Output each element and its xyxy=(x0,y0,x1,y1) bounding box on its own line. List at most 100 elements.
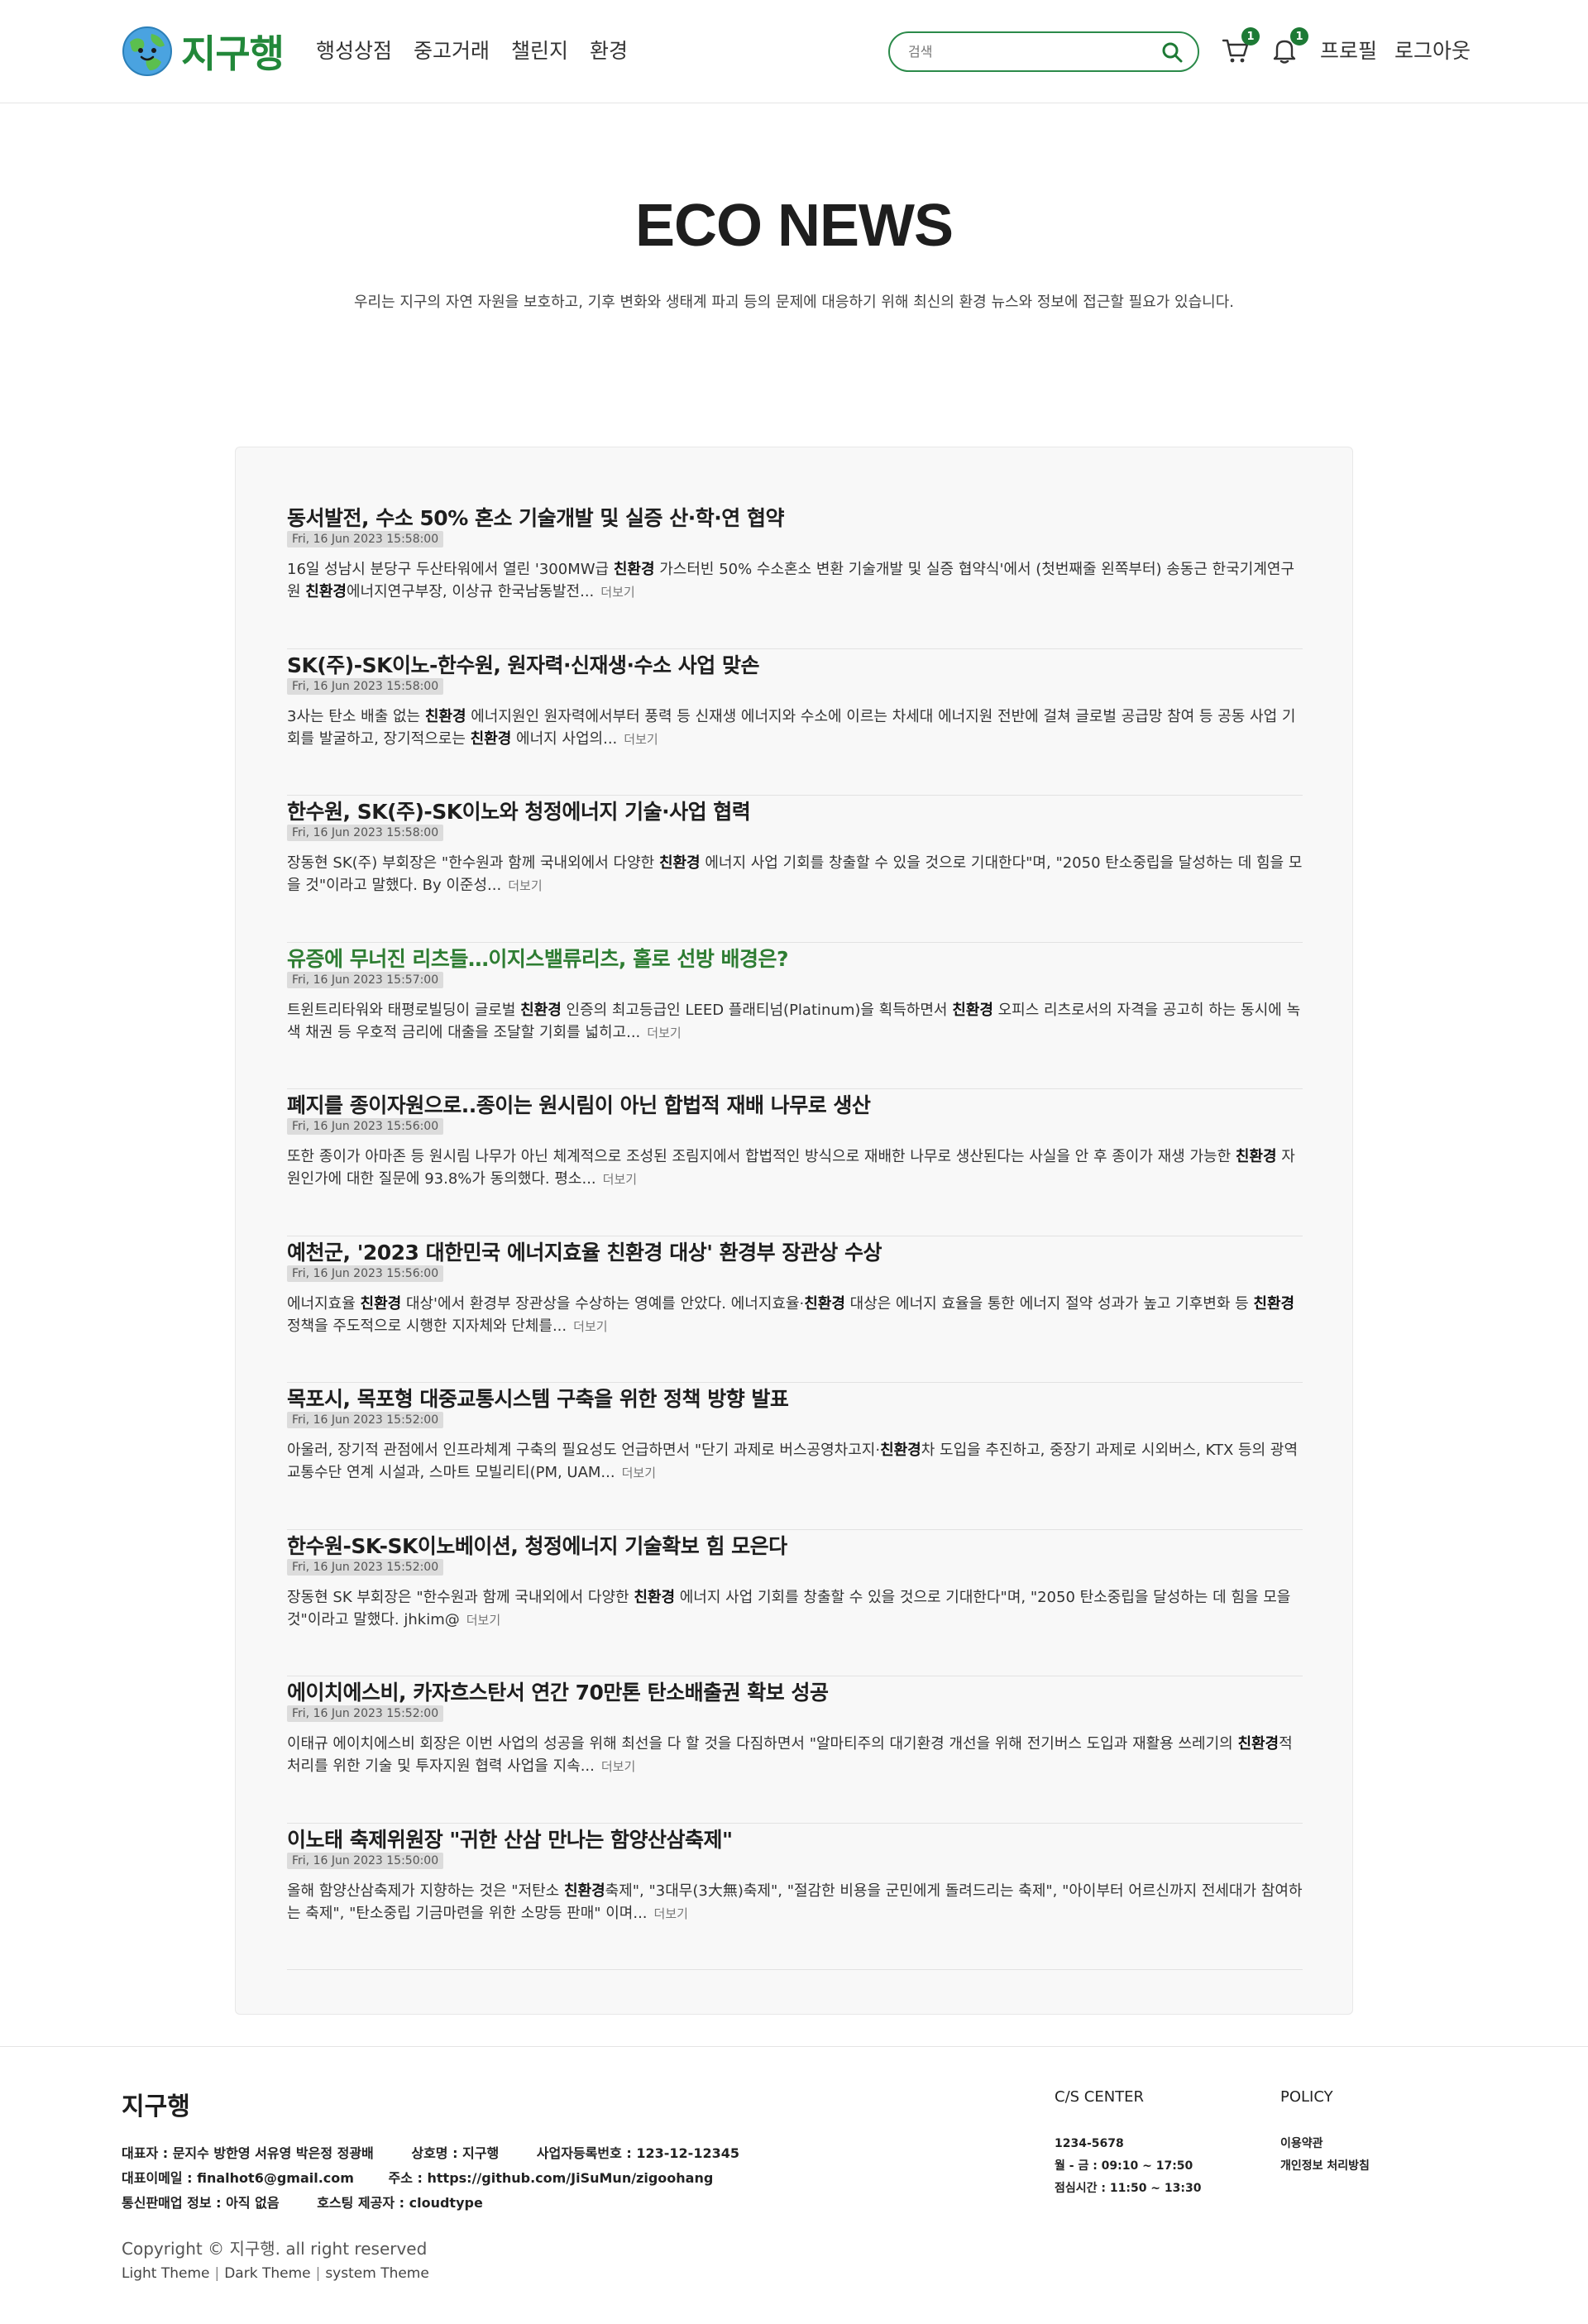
news-item: 한수원, SK(주)-SK이노와 청정에너지 기술·사업 협력 Fri, 16 J… xyxy=(287,796,1303,943)
cs-phone: 1234-5678 xyxy=(1055,2137,1124,2150)
highlight-keyword: 친환경 xyxy=(305,583,347,600)
news-summary: 장동현 SK(주) 부회장은 "한수원과 함께 국내외에서 다양한 친환경 에너… xyxy=(287,852,1303,897)
read-more-link[interactable]: 더보기 xyxy=(601,1759,635,1774)
news-date-badge: Fri, 16 Jun 2023 15:56:00 xyxy=(287,1118,444,1135)
nav-item-secondhand[interactable]: 중고거래 xyxy=(414,35,490,65)
news-title-link[interactable]: 유증에 무너진 리츠들…이지스밸류리츠, 홀로 선방 배경은? xyxy=(287,943,789,973)
highlight-keyword: 친환경 xyxy=(952,1001,993,1019)
notification-badge: 1 xyxy=(1290,27,1308,45)
news-title-link[interactable]: 목포시, 목포형 대중교통시스템 구축을 위한 정책 방향 발표 xyxy=(287,1383,789,1413)
news-date-badge: Fri, 16 Jun 2023 15:58:00 xyxy=(287,677,444,695)
summary-text: 이태규 에이치에스비 회장은 이번 사업의 성공을 위해 최선을 다 할 것을 … xyxy=(287,1735,1238,1753)
terms-link[interactable]: 이용약관 xyxy=(1280,2133,1370,2155)
cart-badge: 1 xyxy=(1241,27,1260,45)
summary-text: 16일 성남시 분당구 두산타워에서 열린 '300MW급 xyxy=(287,561,614,578)
read-more-link[interactable]: 더보기 xyxy=(647,1026,681,1040)
privacy-policy-link[interactable]: 개인정보 처리방침 xyxy=(1280,2155,1370,2178)
news-title-link[interactable]: 예천군, '2023 대한민국 에너지효율 친환경 대상' 환경부 장관상 수상 xyxy=(287,1236,882,1266)
news-date-badge: Fri, 16 Jun 2023 15:56:00 xyxy=(287,1265,444,1282)
footer-company-info: 대표자 : 문지수 방한영 서유영 박은정 정광배 상호명 : 지구행 사업자등… xyxy=(122,2141,769,2216)
logo[interactable]: 지구행 xyxy=(122,24,285,79)
footer-email: 대표이메일 : finalhot6@gmail.com xyxy=(122,2170,354,2186)
read-more-link[interactable]: 더보기 xyxy=(508,878,542,893)
cart-button[interactable]: 1 xyxy=(1222,27,1260,65)
news-item: 이노태 축제위원장 "귀한 산삼 만나는 함양산삼축제" Fri, 16 Jun … xyxy=(287,1824,1303,1970)
footer-copyright: Copyright © 지구행. all right reserved xyxy=(122,2239,428,2259)
read-more-link[interactable]: 더보기 xyxy=(573,1319,607,1334)
highlight-keyword: 친환경 xyxy=(563,1882,605,1900)
news-item: 동서발전, 수소 50% 혼소 기술개발 및 실증 산·학·연 협약 Fri, 1… xyxy=(287,502,1303,649)
highlight-keyword: 친환경 xyxy=(360,1294,402,1313)
news-summary: 아울러, 장기적 관점에서 인프라체계 구축의 필요성도 언급하면서 "단기 과… xyxy=(287,1439,1303,1484)
highlight-keyword: 친환경 xyxy=(880,1442,921,1459)
page-title: ECO NEWS xyxy=(634,193,954,259)
news-title-link[interactable]: 한수원, SK(주)-SK이노와 청정에너지 기술·사업 협력 xyxy=(287,796,751,825)
news-title-link[interactable]: 이노태 축제위원장 "귀한 산삼 만나는 함양산삼축제" xyxy=(287,1824,733,1853)
summary-text: 또한 종이가 아마존 등 원시림 나무가 아닌 체계적으로 조성된 조림지에서 … xyxy=(287,1148,1236,1165)
footer-ceo: 대표자 : 문지수 방한영 서유영 박은정 정광배 xyxy=(122,2145,374,2161)
notification-button[interactable]: 1 xyxy=(1270,27,1308,65)
footer-address: 주소 : https://github.com/JiSuMun/zigoohan… xyxy=(388,2170,714,2186)
theme-switcher: Light Theme | Dark Theme | system Theme xyxy=(122,2265,429,2282)
news-list: 동서발전, 수소 50% 혼소 기술개발 및 실증 산·학·연 협약 Fri, 1… xyxy=(287,502,1303,1970)
nav-item-environment[interactable]: 환경 xyxy=(590,35,628,65)
search-box xyxy=(888,31,1199,72)
nav-item-planet-shop[interactable]: 행성상점 xyxy=(316,35,392,65)
news-title-link[interactable]: 에이치에스비, 카자흐스탄서 연간 70만톤 탄소배출권 확보 성공 xyxy=(287,1676,829,1706)
logo-text: 지구행 xyxy=(181,31,285,76)
highlight-keyword: 친환경 xyxy=(1237,1735,1279,1753)
read-more-link[interactable]: 더보기 xyxy=(600,585,634,600)
highlight-keyword: 친환경 xyxy=(1253,1294,1295,1313)
news-date-badge: Fri, 16 Jun 2023 15:50:00 xyxy=(287,1852,444,1869)
policy-title: POLICY xyxy=(1280,2088,1333,2106)
news-title-link[interactable]: 폐지를 종이자원으로..종이는 원시림이 아닌 합법적 재배 나무로 생산 xyxy=(287,1089,871,1119)
search-button[interactable] xyxy=(1160,40,1184,65)
news-title-link[interactable]: SK(주)-SK이노-한수원, 원자력·신재생·수소 사업 맞손 xyxy=(287,649,759,679)
theme-system-link[interactable]: system Theme xyxy=(325,2265,429,2282)
highlight-keyword: 친환경 xyxy=(804,1294,845,1313)
highlight-keyword: 친환경 xyxy=(658,854,701,872)
profile-link[interactable]: 프로필 xyxy=(1320,35,1377,65)
news-panel: 동서발전, 수소 50% 혼소 기술개발 및 실증 산·학·연 협약 Fri, 1… xyxy=(235,447,1353,2015)
nav-item-challenge[interactable]: 챌린지 xyxy=(511,35,568,65)
highlight-keyword: 친환경 xyxy=(424,707,466,725)
footer-telecom: 통신판매업 정보 : 아직 없음 xyxy=(122,2195,280,2211)
news-date-badge: Fri, 16 Jun 2023 15:58:00 xyxy=(287,531,444,548)
read-more-link[interactable]: 더보기 xyxy=(603,1172,637,1187)
globe-logo-icon xyxy=(122,26,172,76)
logout-link[interactable]: 로그아웃 xyxy=(1394,35,1471,65)
news-item: 에이치에스비, 카자흐스탄서 연간 70만톤 탄소배출권 확보 성공 Fri, 1… xyxy=(287,1676,1303,1824)
news-title-link[interactable]: 한수원-SK-SK이노베이션, 청정에너지 기술확보 힘 모은다 xyxy=(287,1530,787,1560)
theme-dark-link[interactable]: Dark Theme xyxy=(224,2265,310,2282)
highlight-keyword: 친환경 xyxy=(1235,1148,1277,1165)
news-date-badge: Fri, 16 Jun 2023 15:52:00 xyxy=(287,1412,444,1428)
read-more-link[interactable]: 더보기 xyxy=(622,1466,656,1480)
main-nav: 행성상점 중고거래 챌린지 환경 xyxy=(316,35,628,65)
news-item: 예천군, '2023 대한민국 에너지효율 친환경 대상' 환경부 장관상 수상… xyxy=(287,1236,1303,1383)
highlight-keyword: 친환경 xyxy=(634,1588,676,1606)
summary-text: 장동현 SK 부회장은 "한수원과 함께 국내외에서 다양한 xyxy=(287,1588,634,1606)
news-summary: 16일 성남시 분당구 두산타워에서 열린 '300MW급 친환경 가스터빈 5… xyxy=(287,558,1303,603)
news-date-badge: Fri, 16 Jun 2023 15:52:00 xyxy=(287,1705,444,1722)
summary-text: 장동현 SK(주) 부회장은 "한수원과 함께 국내외에서 다양한 xyxy=(287,854,659,872)
read-more-link[interactable]: 더보기 xyxy=(624,732,658,747)
news-title-link[interactable]: 동서발전, 수소 50% 혼소 기술개발 및 실증 산·학·연 협약 xyxy=(287,502,784,532)
highlight-keyword: 친환경 xyxy=(613,561,655,578)
search-input[interactable] xyxy=(908,44,1160,60)
summary-text: 대상'에서 환경부 장관상을 수상하는 영예를 안았다. 에너지효율· xyxy=(401,1294,805,1313)
news-summary: 3사는 탄소 배출 없는 친환경 에너지원인 원자력에서부터 풍력 등 신재생 … xyxy=(287,705,1303,750)
summary-text: 에너지연구부장, 이상규 한국남동발전... xyxy=(346,583,595,600)
summary-text: 트윈트리타워와 태평로빌딩이 글로벌 xyxy=(287,1001,521,1019)
cs-lunch: 점심시간 : 11:50 ~ 13:30 xyxy=(1055,2182,1202,2195)
summary-text: 에너지 사업의... xyxy=(511,729,618,748)
cs-hours: 월 - 금 : 09:10 ~ 17:50 xyxy=(1055,2159,1193,2173)
news-summary: 또한 종이가 아마존 등 원시림 나무가 아닌 체계적으로 조성된 조림지에서 … xyxy=(287,1145,1303,1190)
summary-text: 에너지효율 xyxy=(287,1294,361,1313)
news-summary: 장동현 SK 부회장은 "한수원과 함께 국내외에서 다양한 친환경 에너지 사… xyxy=(287,1586,1303,1631)
read-more-link[interactable]: 더보기 xyxy=(654,1906,688,1921)
theme-light-link[interactable]: Light Theme xyxy=(122,2265,209,2282)
read-more-link[interactable]: 더보기 xyxy=(466,1613,500,1628)
summary-text: 대상은 에너지 효율을 통한 에너지 절약 성과가 높고 기후변화 등 xyxy=(844,1294,1254,1313)
summary-text: 정책을 주도적으로 시행한 지자체와 단체를... xyxy=(287,1317,567,1335)
cs-center-title: C/S CENTER xyxy=(1055,2088,1145,2106)
